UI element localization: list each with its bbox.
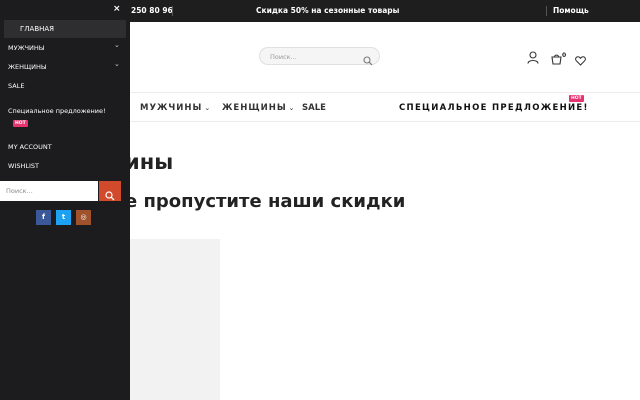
hot-badge: HOT bbox=[569, 95, 584, 102]
help-link[interactable]: Помощь bbox=[553, 6, 589, 15]
search-input[interactable] bbox=[270, 51, 358, 62]
drawer-item-sale[interactable]: SALE bbox=[8, 82, 24, 90]
twitter-icon[interactable]: t bbox=[56, 210, 71, 225]
chevron-down-icon: ⌄ bbox=[288, 104, 296, 112]
drawer-search-button[interactable] bbox=[99, 181, 121, 201]
drawer-item-women[interactable]: ЖЕНЩИНЫ bbox=[8, 63, 47, 71]
nav-item-special-offer[interactable]: СПЕЦИАЛЬНОЕ ПРЕДЛОЖЕНИЕ! bbox=[399, 103, 589, 113]
product-image-placeholder[interactable] bbox=[128, 239, 220, 400]
chevron-down-icon[interactable]: ⌄ bbox=[114, 60, 120, 68]
mobile-menu-drawer: × ГЛАВНАЯ МУЖЧИНЫ ⌄ ЖЕНЩИНЫ ⌄ SALE Специ… bbox=[0, 0, 130, 400]
divider bbox=[172, 6, 173, 16]
page-subtitle: е пропустите наши скидки bbox=[125, 191, 406, 212]
phone-number[interactable]: 250 80 96 bbox=[131, 6, 173, 15]
instagram-icon[interactable]: ◎ bbox=[76, 210, 91, 225]
cart-icon[interactable] bbox=[551, 50, 562, 69]
nav-item-sale[interactable]: SALE bbox=[302, 103, 326, 113]
search-icon[interactable] bbox=[363, 51, 373, 70]
chevron-down-icon[interactable]: ⌄ bbox=[114, 41, 120, 49]
drawer-item-special-offer[interactable]: Специальное предложение! bbox=[8, 107, 106, 115]
drawer-item-account[interactable]: MY ACCOUNT bbox=[8, 143, 52, 151]
user-icon[interactable] bbox=[527, 49, 539, 68]
chevron-down-icon: ⌄ bbox=[204, 104, 212, 112]
page-title: ины bbox=[125, 150, 174, 174]
cart-count: 0 bbox=[562, 52, 567, 59]
nav-item-men[interactable]: МУЖЧИНЫ ⌄ bbox=[140, 103, 211, 113]
drawer-search-input[interactable] bbox=[6, 185, 94, 197]
nav-item-women[interactable]: ЖЕНЩИНЫ ⌄ bbox=[222, 103, 296, 113]
heart-icon[interactable] bbox=[575, 51, 586, 70]
hot-badge: HOT bbox=[13, 120, 28, 127]
promo-text: Скидка 50% на сезонные товары bbox=[256, 6, 400, 15]
drawer-item-men[interactable]: МУЖЧИНЫ bbox=[8, 44, 45, 52]
page: 250 80 96 Скидка 50% на сезонные товары … bbox=[0, 0, 640, 400]
divider bbox=[546, 6, 547, 16]
search-icon bbox=[105, 186, 115, 205]
close-icon[interactable]: × bbox=[113, 4, 121, 14]
drawer-item-home[interactable]: ГЛАВНАЯ bbox=[4, 20, 126, 38]
drawer-item-wishlist[interactable]: WISHLIST bbox=[8, 162, 39, 170]
drawer-search bbox=[0, 181, 98, 201]
facebook-icon[interactable]: f bbox=[36, 210, 51, 225]
header-search bbox=[259, 47, 380, 66]
